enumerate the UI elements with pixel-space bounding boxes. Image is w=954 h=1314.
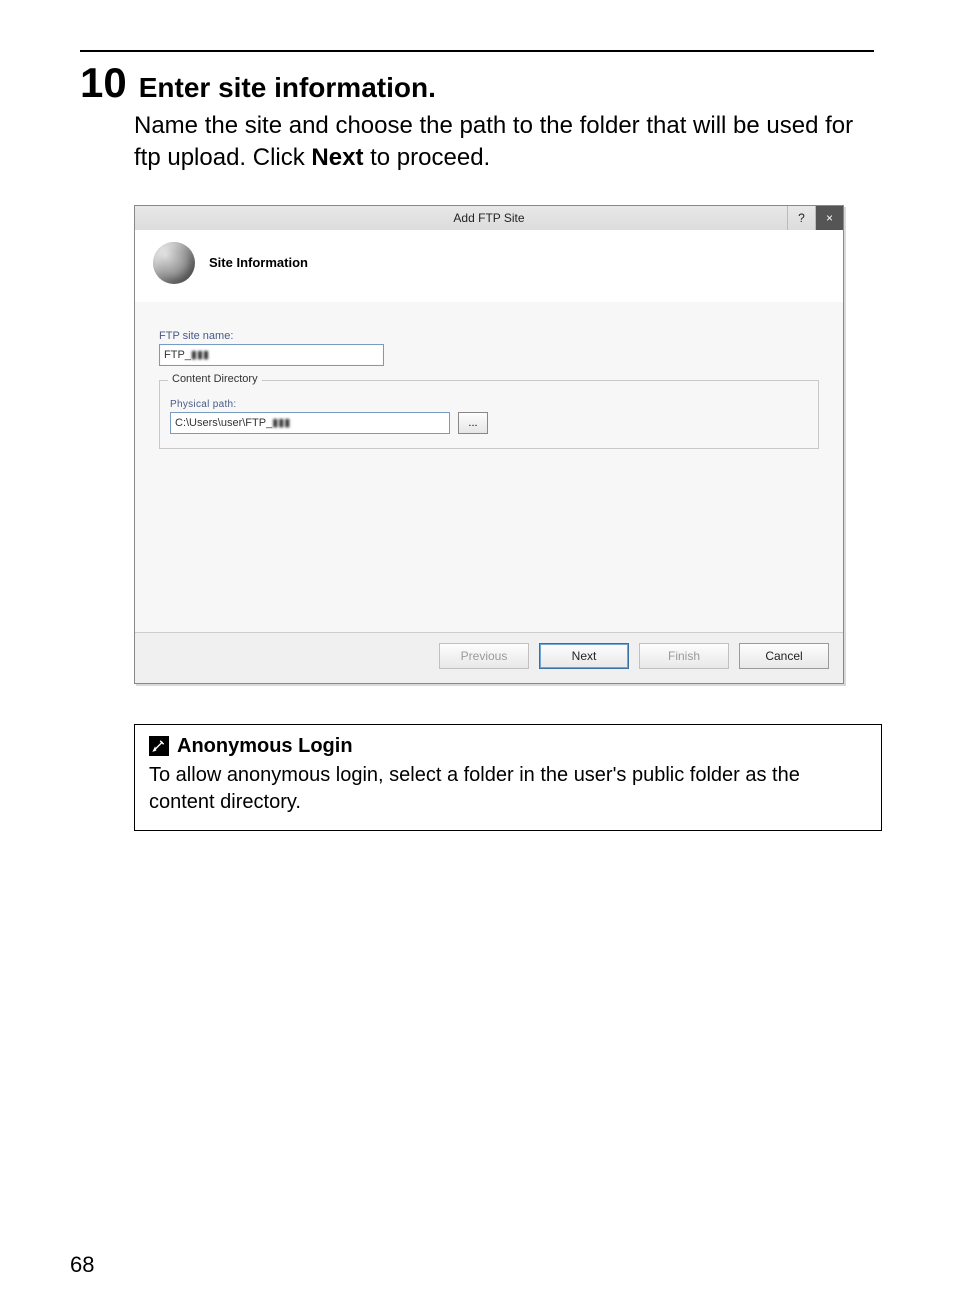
note-text: To allow anonymous login, select a folde… xyxy=(149,762,867,816)
titlebar-controls: ? × xyxy=(787,206,843,230)
close-button[interactable]: × xyxy=(815,206,843,230)
ftp-site-name-label: FTP site name: xyxy=(159,330,819,342)
browse-button[interactable]: ... xyxy=(458,412,488,434)
dialog-header: Site Information xyxy=(135,230,843,302)
page-number: 68 xyxy=(70,1252,94,1278)
dialog-body: FTP site name: FTP_▮▮▮ Content Directory… xyxy=(135,302,843,632)
step-description: Name the site and choose the path to the… xyxy=(134,110,874,175)
dialog-header-text: Site Information xyxy=(209,255,308,270)
dialog-title: Add FTP Site xyxy=(453,211,524,225)
note-title: Anonymous Login xyxy=(177,735,353,758)
previous-button: Previous xyxy=(439,643,529,669)
physical-path-input[interactable]: C:\Users\user\FTP_▮▮▮ xyxy=(170,412,450,434)
header-rule xyxy=(80,50,874,52)
content-directory-legend: Content Directory xyxy=(168,373,262,385)
help-button[interactable]: ? xyxy=(787,206,815,230)
step-desc-bold: Next xyxy=(311,144,363,171)
step-heading: 10 Enter site information. xyxy=(80,62,874,104)
content-directory-group: Content Directory Physical path: C:\User… xyxy=(159,380,819,449)
finish-button: Finish xyxy=(639,643,729,669)
note-icon xyxy=(149,736,169,756)
step-desc-pre: Name the site and choose the path to the… xyxy=(134,112,853,171)
next-button[interactable]: Next xyxy=(539,643,629,669)
globe-icon xyxy=(153,242,195,284)
physical-path-value: C:\Users\user\FTP_ xyxy=(175,417,272,429)
dialog-footer: Previous Next Finish Cancel xyxy=(135,632,843,683)
anonymous-login-note: Anonymous Login To allow anonymous login… xyxy=(134,724,882,831)
ftp-site-name-value: FTP_ xyxy=(164,349,191,361)
add-ftp-site-dialog: Add FTP Site ? × Site Information FTP si… xyxy=(134,205,844,684)
redacted-text: ▮▮▮ xyxy=(272,416,290,429)
redacted-text: ▮▮▮ xyxy=(191,348,209,361)
ftp-site-name-input[interactable]: FTP_▮▮▮ xyxy=(159,344,384,366)
dialog-titlebar: Add FTP Site ? × xyxy=(135,206,843,230)
step-number: 10 xyxy=(80,62,127,104)
step-desc-post: to proceed. xyxy=(363,144,490,171)
cancel-button[interactable]: Cancel xyxy=(739,643,829,669)
physical-path-label: Physical path: xyxy=(170,399,808,410)
step-title: Enter site information. xyxy=(139,72,436,104)
